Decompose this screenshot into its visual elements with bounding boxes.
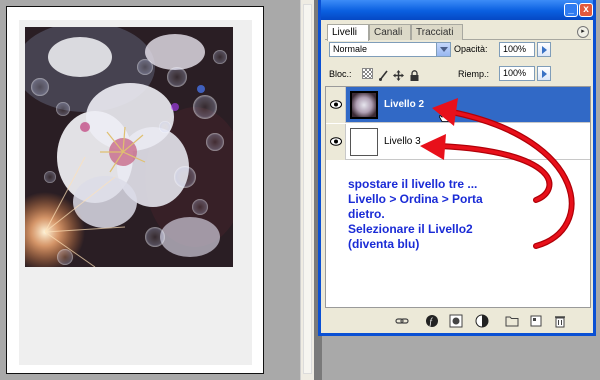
chevron-down-icon[interactable] [436,43,450,56]
hand-cursor-icon [438,109,450,122]
flower-photo [25,27,233,267]
brush-icon[interactable] [378,68,389,81]
eye-icon [330,137,342,146]
layers-bottom-toolbar: f [325,310,591,332]
visibility-toggle[interactable] [326,124,346,160]
opacity-slider-button[interactable] [537,42,551,57]
lock-label: Bloc.: [329,69,352,79]
palette-tabs: Livelli Canali Tracciati [325,24,591,41]
fill-label: Riemp.: [458,69,490,79]
vertical-scrollbar[interactable] [300,0,314,380]
document-canvas[interactable] [0,0,300,380]
palette-title-bar[interactable]: _ x [321,0,593,20]
eye-icon [330,100,342,109]
palette-menu-button[interactable]: ▸ [577,26,589,38]
instruction-annotation: spostare il livello tre ... Livello > Or… [348,177,483,251]
document-page [6,6,264,374]
fill-input[interactable]: 100% [499,66,535,81]
layer-style-icon[interactable]: f [425,314,439,328]
layers-list: Livello 2 Livello 3 spostare il livello … [325,86,591,308]
link-icon[interactable] [395,314,409,328]
opacity-input[interactable]: 100% [499,42,535,57]
blend-mode-value: Normale [333,44,368,54]
minimize-button[interactable]: _ [564,3,578,17]
tab-tracciati[interactable]: Tracciati [411,24,463,40]
adjustment-icon[interactable] [475,314,489,328]
layer-row-livello-2[interactable]: Livello 2 [326,87,590,123]
fill-slider-button[interactable] [537,66,551,81]
visibility-toggle[interactable] [326,87,346,123]
move-icon[interactable] [393,68,404,81]
layer-thumbnail[interactable] [350,128,378,156]
folder-icon[interactable] [505,314,519,328]
layer-name[interactable]: Livello 3 [384,136,421,147]
layer-name[interactable]: Livello 2 [384,99,424,110]
opacity-label: Opacità: [454,44,488,54]
trash-icon[interactable] [553,314,567,328]
tab-livelli[interactable]: Livelli [327,24,369,41]
scrollbar-thumb[interactable] [303,4,312,374]
padlock-icon[interactable] [409,68,420,81]
layers-palette: _ x Livelli Canali Tracciati ▸ Normale O… [318,0,596,336]
blend-mode-select[interactable]: Normale [329,42,451,57]
close-button[interactable]: x [579,3,593,17]
layer-thumbnail[interactable] [350,91,378,119]
new-layer-icon[interactable] [529,314,543,328]
layer-row-livello-3[interactable]: Livello 3 [326,124,590,160]
tab-canali[interactable]: Canali [369,24,411,40]
lock-transparency-icon[interactable] [362,68,373,79]
mask-icon[interactable] [449,314,463,328]
